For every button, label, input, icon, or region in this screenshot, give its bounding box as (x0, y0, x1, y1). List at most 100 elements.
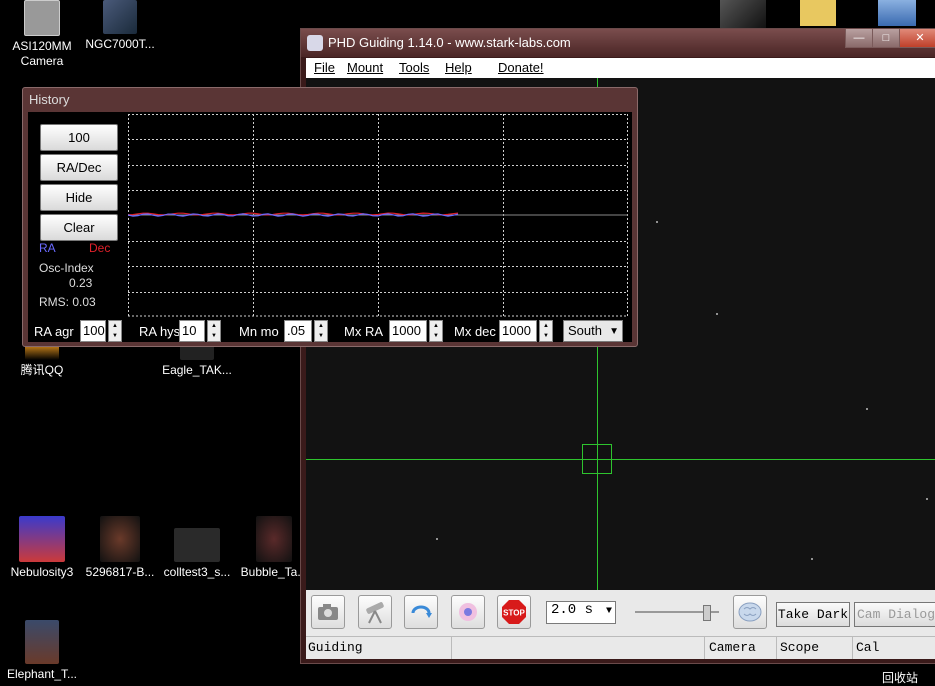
history-graph (128, 114, 628, 317)
nebulosity-icon (19, 516, 65, 562)
image-file-icon (100, 516, 140, 562)
exposure-select[interactable]: 2.0 s ▼ (546, 601, 616, 624)
max-dec-label: Mx dec (454, 324, 496, 339)
desktop-icon-label: 5296817-B... (85, 565, 155, 579)
ra-dec-button[interactable]: RA/Dec (40, 154, 118, 181)
status-divider (451, 637, 452, 659)
min-motion-label: Mn mo (239, 324, 279, 339)
desktop-icon-nebulosity3[interactable]: Nebulosity3 (4, 516, 80, 580)
status-divider (852, 637, 853, 659)
desktop-icon-label: Nebulosity3 (10, 565, 74, 579)
hide-button[interactable]: Hide (40, 184, 118, 211)
min-motion-input[interactable]: .05 (284, 320, 312, 342)
max-ra-label: Mx RA (344, 324, 383, 339)
telescope-connect-button[interactable] (358, 595, 392, 629)
history-panel: 100 RA/Dec Hide Clear RA Dec Osc-Index 0… (28, 112, 632, 342)
desktop-icon-asi120mm[interactable]: ASI120MM Camera (4, 0, 80, 69)
desktop-icon-app[interactable] (878, 0, 916, 26)
dec-direction-value: South (568, 323, 602, 338)
menu-mount[interactable]: Mount (347, 60, 383, 75)
desktop-icon-label: colltest3_s... (163, 565, 231, 579)
legend-dec: Dec (89, 241, 111, 255)
history-window: History 100 RA/Dec Hide Clear RA Dec Osc… (22, 87, 638, 347)
spinner-arrows-icon[interactable]: ▲ ▼ (429, 320, 443, 342)
menu-tools[interactable]: Tools (399, 60, 429, 75)
guide-button[interactable] (451, 595, 485, 629)
desktop-icon-colltest3[interactable]: colltest3_s... (159, 516, 235, 580)
clear-button[interactable]: Clear (40, 214, 118, 241)
star (436, 538, 438, 540)
desktop-icon-elephant[interactable]: Elephant_T... (4, 620, 80, 682)
crosshair-horizontal (306, 459, 935, 460)
max-dec-input[interactable]: 1000 (499, 320, 537, 342)
phd-window-title: PHD Guiding 1.14.0 - www.stark-labs.com (328, 35, 571, 50)
cam-dialog-button[interactable]: Cam Dialog (854, 602, 935, 627)
slider-thumb[interactable] (703, 605, 711, 621)
brain-button[interactable] (733, 595, 767, 629)
star (716, 313, 718, 315)
desktop-icon-label: 回收站 (881, 671, 918, 685)
desktop-icon-ngc7000[interactable]: NGC7000T... (82, 0, 158, 52)
history-title[interactable]: History (29, 92, 69, 107)
image-file-icon (256, 516, 292, 562)
phd-toolbar: STOP 2.0 s ▼ Take Dark Cam Dialog (306, 590, 935, 636)
menu-bar: File Mount Tools Help Donate! (306, 58, 935, 78)
phd-guide-icon (459, 603, 477, 621)
max-ra-input[interactable]: 1000 (389, 320, 427, 342)
maximize-button[interactable]: □ (872, 29, 900, 48)
chevron-down-icon: ▼ (605, 606, 612, 617)
legend-ra: RA (39, 241, 56, 255)
status-divider (776, 637, 777, 659)
desktop-icon-label: Camera (20, 54, 64, 68)
image-file-icon (25, 620, 59, 664)
phd-title-bar[interactable]: PHD Guiding 1.14.0 - www.stark-labs.com … (301, 29, 935, 57)
menu-file[interactable]: File (314, 60, 335, 75)
status-text: Guiding (308, 640, 363, 655)
spinner-arrows-icon[interactable]: ▲ ▼ (314, 320, 328, 342)
close-button[interactable]: ✕ (899, 29, 935, 48)
desktop-icon-label: NGC7000T... (85, 37, 155, 51)
star (866, 408, 868, 410)
spinner-arrows-icon[interactable]: ▲ ▼ (108, 320, 122, 342)
menu-help[interactable]: Help (445, 60, 472, 75)
desktop-icon-5296817[interactable]: 5296817-B... (82, 516, 158, 580)
desktop-icon-comet[interactable] (720, 0, 766, 28)
rms-value: RMS: 0.03 (39, 295, 96, 309)
minimize-button[interactable]: — (845, 29, 873, 48)
stop-button[interactable]: STOP (497, 595, 531, 629)
phd-app-icon (307, 35, 323, 51)
camera-app-icon (24, 0, 60, 36)
gamma-slider[interactable] (635, 605, 719, 621)
desktop-icon-label: ASI120MM (12, 39, 72, 53)
menu-donate[interactable]: Donate! (498, 60, 544, 75)
desktop-icon-eagle[interactable]: Eagle_TAK... (159, 342, 235, 378)
desktop-icon-label: 腾讯QQ (20, 363, 64, 377)
loop-button[interactable] (404, 595, 438, 629)
length-button[interactable]: 100 (40, 124, 118, 151)
dec-direction-select[interactable]: South ▼ (563, 320, 623, 342)
stop-icon: STOP (502, 600, 526, 624)
status-cal: Cal (856, 640, 880, 655)
status-camera: Camera (709, 640, 756, 655)
nebula-image-icon (103, 0, 137, 34)
camera-connect-button[interactable] (311, 595, 345, 629)
ra-hysteresis-label: RA hys (139, 324, 181, 339)
spinner-arrows-icon[interactable]: ▲ ▼ (207, 320, 221, 342)
stop-label: STOP (503, 609, 525, 618)
take-dark-button[interactable]: Take Dark (776, 602, 850, 627)
camera-icon (318, 604, 338, 620)
guide-star-box (582, 444, 612, 474)
ra-aggression-label: RA agr (34, 324, 74, 339)
osc-index-label: Osc-Index (39, 261, 94, 275)
star (811, 558, 813, 560)
desktop-icon-qq[interactable]: 腾讯QQ (4, 342, 80, 378)
ra-aggression-input[interactable]: 100 (80, 320, 106, 342)
ra-hysteresis-input[interactable]: 10 (179, 320, 205, 342)
desktop-icon-label: Elephant_T... (6, 667, 78, 681)
desktop-icon-label: Eagle_TAK... (162, 363, 232, 377)
star (656, 221, 658, 223)
desktop-icon-folder[interactable] (800, 0, 836, 26)
status-scope: Scope (780, 640, 820, 655)
spinner-arrows-icon[interactable]: ▲ ▼ (539, 320, 553, 342)
status-divider (704, 637, 705, 659)
